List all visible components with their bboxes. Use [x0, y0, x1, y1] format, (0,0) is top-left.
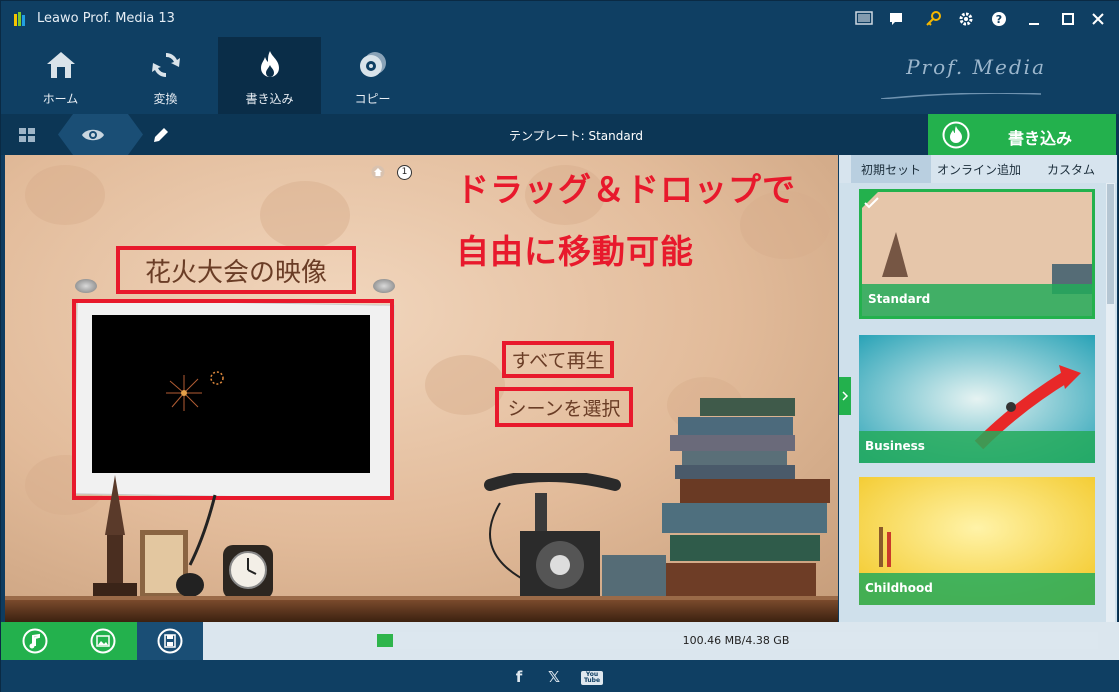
burn-flame-icon [261, 51, 279, 77]
burn-button[interactable]: 書き込み [928, 114, 1116, 155]
book-stack-prop [602, 398, 830, 599]
burn-button-label: 書き込み [1008, 129, 1073, 148]
window-title: Leawo Prof. Media 13 [37, 11, 175, 26]
help-icon[interactable]: ? [988, 9, 1010, 29]
play-all-label: すべて再生 [511, 350, 605, 372]
brand-swoosh [881, 93, 1041, 99]
pencil-icon [154, 127, 168, 142]
nav-copy-button[interactable]: コピー [321, 37, 424, 114]
chevron-right-icon [842, 391, 849, 401]
facebook-icon[interactable]: f [510, 668, 528, 686]
frame-pin-right [373, 279, 395, 293]
chapter-grid-button[interactable] [1, 114, 53, 155]
minimize-icon[interactable] [1023, 9, 1045, 29]
template-name-business: Business [865, 439, 925, 453]
tab-custom[interactable]: カスタム [1033, 155, 1109, 183]
annotation-line-1: ドラッグ＆ドロップで [456, 170, 796, 209]
convert-icon [152, 52, 180, 78]
template-thumb-standard[interactable]: Standard [859, 189, 1095, 319]
preview-eye-button[interactable] [73, 114, 113, 155]
play-all-button[interactable]: すべて再生 [502, 341, 614, 378]
nav-convert-button[interactable]: 変換 [114, 37, 217, 114]
nav-home-button[interactable]: ホーム [9, 37, 112, 114]
brand-wordmark: Prof. Media [906, 55, 1046, 79]
save-disk-icon [157, 628, 183, 654]
picture-icon [90, 628, 116, 654]
app-window: Leawo Prof. Media 13 ? ホーム 変換 書き込み コピー P… [0, 0, 1119, 692]
key-icon[interactable] [922, 9, 944, 29]
burn-button-flame-icon [942, 121, 970, 149]
nav-convert-label: 変換 [153, 92, 178, 106]
edit-pencil-button[interactable] [141, 114, 181, 155]
template-name-childhood: Childhood [865, 581, 933, 595]
template-sidebar: 初期セット オンライン追加 カスタム Standard Business Chi… [839, 155, 1117, 622]
feedback-icon[interactable] [885, 9, 907, 29]
menu-preview-canvas[interactable]: 1 ドラッグ＆ドロップで 自由に移動可能 花火大会の映像 すべて再生 シーンを選… [5, 155, 838, 622]
home-icon [47, 52, 75, 78]
shelf [5, 600, 838, 622]
template-name-standard: Standard [868, 292, 931, 306]
settings-gear-icon[interactable] [955, 9, 977, 29]
svg-text:?: ? [996, 13, 1002, 26]
save-template-button[interactable] [137, 622, 203, 660]
main-toolbar: ホーム 変換 書き込み コピー Prof. Media [1, 37, 1119, 114]
nav-burn-label: 書き込み [245, 92, 294, 106]
template-name-label: テンプレート: Standard [508, 129, 644, 143]
sidebar-scroll-thumb[interactable] [1107, 184, 1114, 304]
background-image-button[interactable] [69, 622, 137, 660]
frame-pin-left [75, 279, 97, 293]
grid-icon [19, 127, 35, 142]
video-title-label: 花火大会の映像 [144, 257, 327, 288]
music-note-icon [22, 628, 48, 654]
background-music-button[interactable] [1, 622, 69, 660]
disc-capacity-fill [377, 634, 393, 647]
app-logo-icon [14, 12, 25, 26]
display-icon[interactable] [853, 9, 875, 29]
tab-preset[interactable]: 初期セット [851, 155, 931, 183]
template-thumb-childhood[interactable]: Childhood [859, 477, 1095, 605]
nav-home-label: ホーム [42, 92, 79, 106]
title-bar: Leawo Prof. Media 13 ? [1, 1, 1119, 37]
sidebar-collapse-toggle[interactable] [839, 377, 851, 415]
tab-online[interactable]: オンライン追加 [933, 155, 1025, 183]
desk-props-left [93, 475, 273, 599]
copy-disc-icon [360, 52, 386, 77]
nav-burn-button[interactable]: 書き込み [218, 37, 321, 114]
nav-copy-label: コピー [354, 92, 391, 106]
annotation-line-2: 自由に移動可能 [456, 232, 694, 271]
template-tabs: 初期セット オンライン追加 カスタム [839, 155, 1117, 183]
template-thumb-business[interactable]: Business [859, 335, 1095, 463]
video-title-text[interactable]: 花火大会の映像 [116, 246, 356, 294]
eye-icon [82, 129, 104, 140]
maximize-icon[interactable] [1057, 9, 1079, 29]
twitter-x-icon[interactable]: 𝕏 [545, 668, 563, 686]
close-icon[interactable] [1087, 9, 1109, 29]
menu-home-icon[interactable] [371, 165, 385, 179]
video-highlight-box [72, 299, 394, 500]
page-number-badge[interactable]: 1 [397, 165, 412, 180]
youtube-icon[interactable]: You Tube [581, 671, 603, 685]
disc-size-text: 100.46 MB/4.38 GB [682, 634, 790, 647]
